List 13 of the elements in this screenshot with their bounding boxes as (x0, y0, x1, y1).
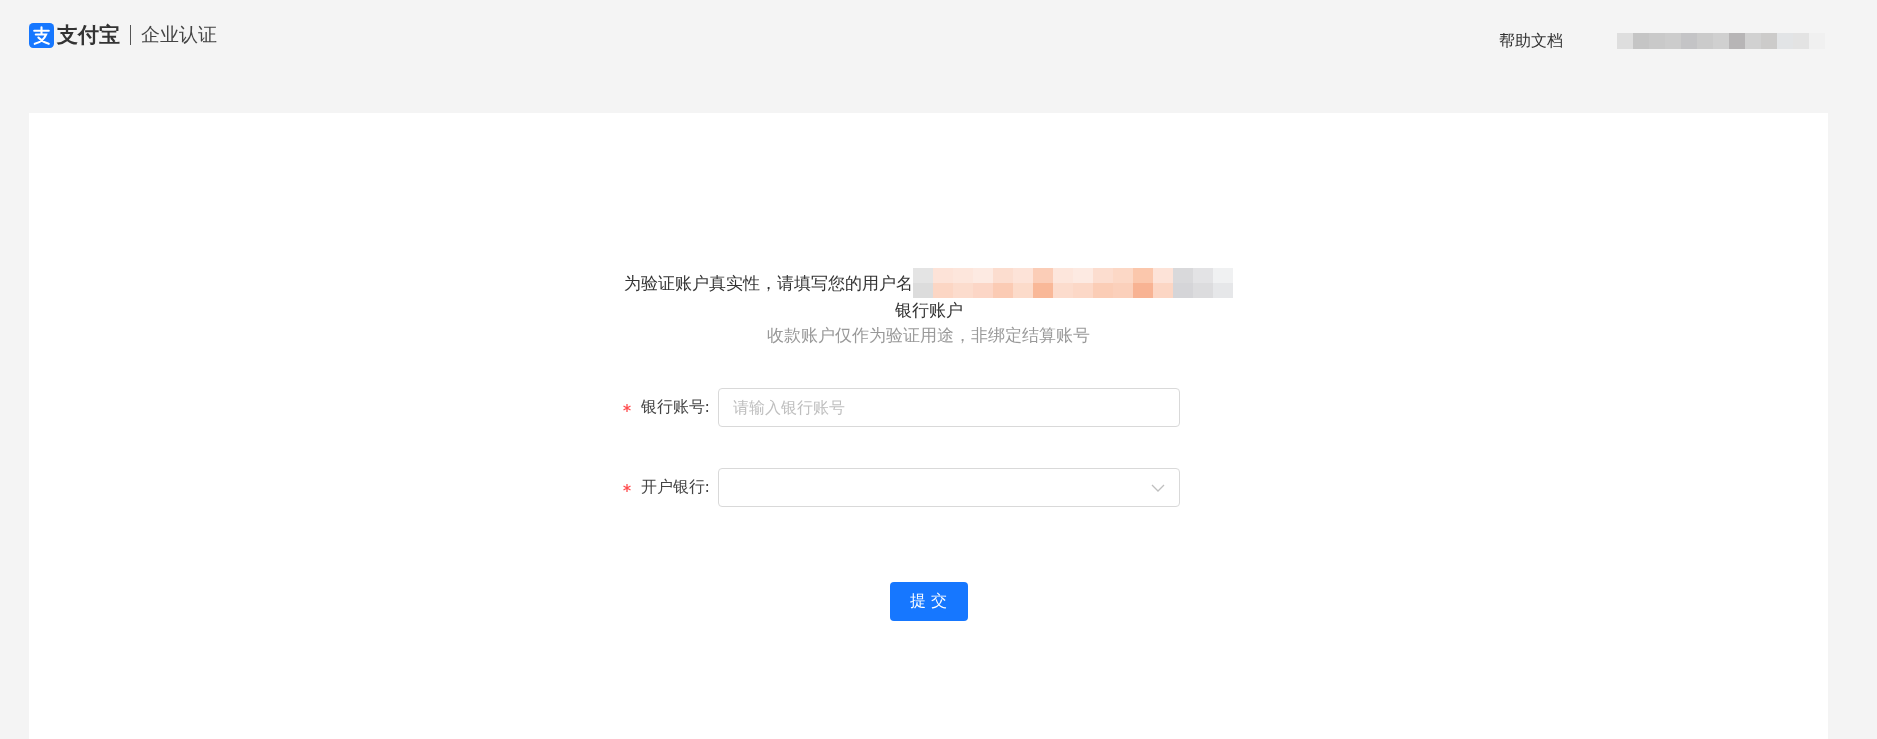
input-field[interactable]: 请输入银行账号 (718, 388, 1180, 427)
field-label: 银行账号: (640, 397, 710, 416)
intro-text: 为验证账户真实性，请填写您的用户名 (624, 271, 913, 295)
help-link[interactable]: 帮助文档 (1499, 30, 1563, 52)
submit-button[interactable]: 提 交 (889, 582, 968, 621)
field-label: 开户银行: (640, 477, 710, 496)
brand-name: 支付宝 (57, 22, 120, 49)
logo-icon (29, 22, 54, 48)
intro-text: 银行账户 (894, 299, 963, 322)
note-text: 收款账户仅作为验证用途，非绑定结算账号 (767, 324, 1090, 347)
chevron-down-icon (1151, 483, 1165, 492)
select-field[interactable] (718, 468, 1180, 507)
section-title: 企业认证 (141, 22, 217, 47)
